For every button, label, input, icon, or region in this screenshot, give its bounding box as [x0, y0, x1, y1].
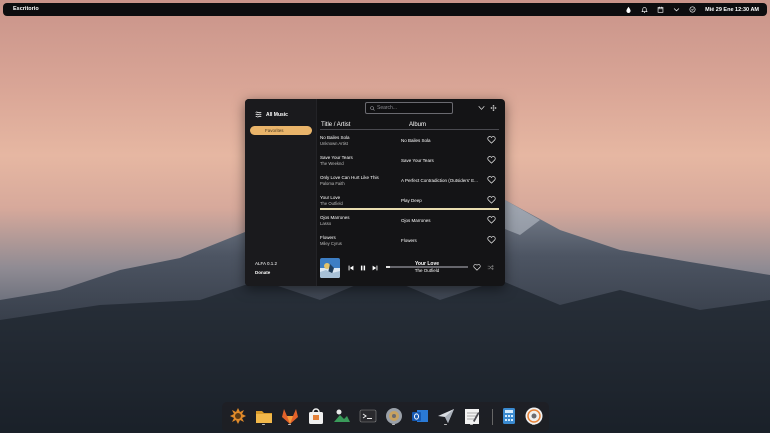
running-indicator — [392, 423, 395, 425]
settings-tool-icon — [230, 408, 246, 424]
running-indicator — [288, 423, 291, 425]
song-artist: Miley Cyrus — [320, 241, 342, 246]
move-icon[interactable] — [490, 105, 497, 111]
song-album: Ojos Marrones — [401, 218, 431, 223]
song-album: Play Deep — [401, 198, 422, 203]
album-cover — [320, 258, 340, 278]
song-album: Flowers — [401, 238, 417, 243]
dock-app-files[interactable] — [254, 406, 274, 426]
shuffle-icon[interactable] — [487, 264, 494, 271]
previous-track-icon[interactable] — [348, 265, 354, 271]
song-artist: Lasso — [320, 221, 332, 226]
song-artist: The Weeknd — [320, 161, 344, 166]
dock-app-mail-send[interactable] — [436, 406, 456, 426]
dock-app-system-settings[interactable] — [384, 406, 404, 426]
calculator-icon — [503, 408, 515, 424]
chevron-down-icon[interactable] — [478, 105, 485, 111]
playback-progress-fill — [386, 266, 391, 268]
list-icon — [255, 111, 262, 118]
terminal-icon — [359, 409, 377, 423]
song-artist: Paloma Faith — [320, 181, 345, 186]
song-artist: Unknown Artist — [320, 141, 348, 146]
song-artist: The Outfield — [320, 201, 343, 206]
donate-link[interactable]: Donate — [255, 270, 270, 275]
next-track-icon[interactable] — [372, 265, 378, 271]
running-indicator — [262, 423, 265, 425]
top-bar: Escritorio Mié 29 Ene 12:30 AM — [3, 3, 767, 16]
song-title: Ojos Marrones — [320, 215, 350, 220]
heart-icon[interactable] — [487, 216, 496, 224]
heart-icon[interactable] — [487, 176, 496, 184]
running-indicator — [470, 423, 473, 425]
sidebar-item-favorites[interactable]: Favorites — [250, 126, 312, 135]
dock-app-text-editor[interactable] — [462, 406, 482, 426]
column-header-album[interactable]: Album — [409, 122, 426, 128]
now-playing-artist: The Outfield — [414, 267, 440, 273]
drop-icon[interactable] — [625, 6, 632, 13]
bell-icon[interactable] — [641, 6, 648, 13]
song-title: Your Love — [320, 195, 341, 200]
dock-app-photos[interactable] — [332, 406, 352, 426]
search-input[interactable] — [377, 104, 449, 112]
outlook-icon — [412, 410, 428, 422]
song-title: No Bailes Sola — [320, 135, 350, 140]
heart-icon[interactable] — [487, 196, 496, 204]
player-bar: Your Love The Outfield — [320, 257, 500, 279]
photos-icon — [334, 409, 350, 422]
song-album: No Bailes Sola — [401, 138, 431, 143]
heart-icon[interactable] — [487, 236, 496, 244]
chevron-down-icon[interactable] — [673, 6, 680, 13]
search-box[interactable] — [365, 102, 453, 114]
version-label: ALFA 0.1.2 — [255, 261, 278, 266]
song-row[interactable]: Flowers Miley Cyrus Flowers — [320, 231, 500, 250]
power-icon[interactable] — [689, 6, 696, 13]
dock-app-music[interactable] — [524, 406, 544, 426]
heart-icon[interactable] — [487, 156, 496, 164]
sidebar: All Music Favorites ALFA 0.1.2 Donate — [245, 99, 317, 286]
song-row[interactable]: Ojos Marrones Lasso Ojos Marrones — [320, 211, 500, 230]
system-tray: Mié 29 Ene 12:30 AM — [625, 5, 759, 14]
dock-app-gitlab[interactable] — [280, 406, 300, 426]
song-title: Only Love Can Hurt Like This — [320, 175, 379, 180]
dock-app-settings-tool[interactable] — [228, 406, 248, 426]
now-playing-indicator — [320, 208, 499, 210]
dock-app-outlook[interactable] — [410, 406, 430, 426]
software-store-icon — [309, 408, 323, 424]
calendar-icon[interactable] — [657, 6, 664, 13]
running-indicator — [444, 423, 447, 425]
header-divider — [320, 129, 499, 130]
dock-separator — [492, 409, 493, 425]
dock-app-calculator[interactable] — [499, 406, 519, 426]
heart-icon[interactable] — [473, 264, 481, 271]
dock-app-software-store[interactable] — [306, 406, 326, 426]
song-row-playing[interactable]: Your Love The Outfield Play Deep — [320, 191, 500, 210]
workspace-label[interactable]: Escritorio — [13, 6, 39, 12]
heart-icon[interactable] — [487, 136, 496, 144]
song-title: Flowers — [320, 235, 336, 240]
search-icon — [370, 106, 375, 111]
song-row[interactable]: Save Your Tears The Weeknd Save Your Tea… — [320, 151, 500, 170]
sidebar-item-label: Favorites — [265, 128, 284, 133]
pause-icon[interactable] — [360, 265, 366, 271]
song-title: Save Your Tears — [320, 155, 353, 160]
song-row[interactable]: Only Love Can Hurt Like This Paloma Fait… — [320, 171, 500, 190]
clock[interactable]: Mié 29 Ene 12:30 AM — [705, 7, 759, 13]
running-indicator — [532, 423, 535, 425]
music-player-window: All Music Favorites ALFA 0.1.2 Donate Ti… — [245, 99, 505, 286]
song-album: Save Your Tears — [401, 158, 434, 163]
dock-app-terminal[interactable] — [358, 406, 378, 426]
song-album: A Perfect Contradiction (Outsiders' E... — [401, 178, 478, 183]
dock — [222, 402, 549, 432]
all-music-header[interactable]: All Music — [266, 112, 288, 118]
song-row[interactable]: No Bailes Sola Unknown Artist No Bailes … — [320, 131, 500, 150]
column-header-title[interactable]: Title / Artist — [321, 122, 350, 128]
